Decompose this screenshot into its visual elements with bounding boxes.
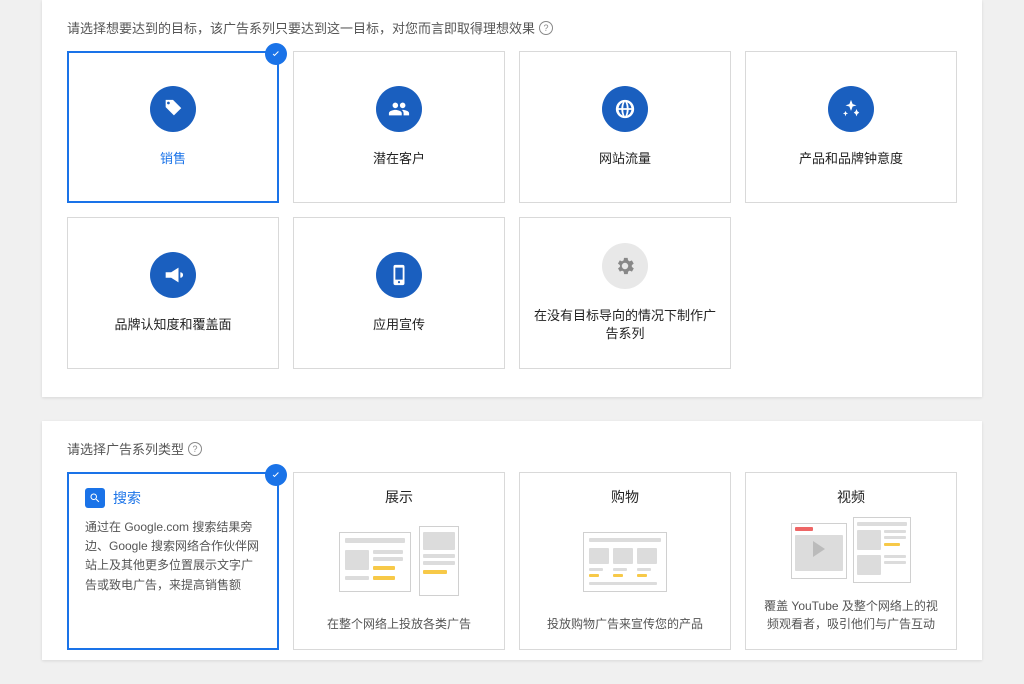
goal-label: 潜在客户 [373, 150, 425, 168]
goal-label: 应用宣传 [373, 316, 425, 334]
type-caption: 投放购物广告来宣传您的产品 [536, 615, 714, 633]
goal-grid: 销售 潜在客户 网站流量 产品和品牌钟意度 品牌认知度和覆盖面 [67, 51, 957, 369]
type-card-shopping[interactable]: 购物 投放购物广告来宣传您的产品 [519, 472, 731, 650]
goal-label: 品牌认知度和覆盖面 [114, 316, 231, 334]
goal-heading: 请选择想要达到的目标，该广告系列只要达到这一目标，对您而言即取得理想效果 [67, 18, 535, 37]
goal-card-brand-consideration[interactable]: 产品和品牌钟意度 [745, 51, 957, 203]
type-heading: 请选择广告系列类型 [67, 439, 184, 458]
type-header: 购物 [536, 487, 714, 507]
people-icon [376, 86, 422, 132]
type-title: 搜索 [113, 488, 141, 508]
type-header: 展示 [310, 487, 488, 507]
goal-label: 销售 [160, 150, 186, 168]
type-title: 视频 [837, 487, 865, 507]
goal-card-brand-awareness[interactable]: 品牌认知度和覆盖面 [67, 217, 279, 369]
type-grid: 搜索 通过在 Google.com 搜索结果旁边、Google 搜索网络合作伙伴… [67, 472, 957, 650]
goal-card-traffic[interactable]: 网站流量 [519, 51, 731, 203]
type-card-video[interactable]: 视频 覆盖 YouTub [745, 472, 957, 650]
check-icon [265, 464, 287, 486]
goal-card-app-promo[interactable]: 应用宣传 [293, 217, 505, 369]
video-thumbnail [762, 517, 940, 589]
shopping-thumbnail [536, 517, 714, 607]
type-caption: 覆盖 YouTube 及整个网络上的视频观看者，吸引他们与广告互动 [762, 597, 940, 633]
check-icon [265, 43, 287, 65]
type-caption: 在整个网络上投放各类广告 [310, 615, 488, 633]
gear-icon [602, 243, 648, 289]
type-card-display[interactable]: 展示 在整个网络上投放各 [293, 472, 505, 650]
globe-icon [602, 86, 648, 132]
megaphone-icon [150, 252, 196, 298]
type-panel: 请选择广告系列类型 ? 搜索 通过在 Google.com 搜索结果旁边、Goo… [42, 421, 982, 660]
type-title: 展示 [385, 487, 413, 507]
type-card-search[interactable]: 搜索 通过在 Google.com 搜索结果旁边、Google 搜索网络合作伙伴… [67, 472, 279, 650]
phone-icon [376, 252, 422, 298]
search-icon [85, 488, 105, 508]
sparkle-icon [828, 86, 874, 132]
goal-card-sales[interactable]: 销售 [67, 51, 279, 203]
goal-label: 网站流量 [599, 150, 651, 168]
help-icon[interactable]: ? [539, 21, 553, 35]
goal-card-no-goal[interactable]: 在没有目标导向的情况下制作广告系列 [519, 217, 731, 369]
goal-label: 产品和品牌钟意度 [799, 150, 903, 168]
type-description: 通过在 Google.com 搜索结果旁边、Google 搜索网络合作伙伴网站上… [85, 518, 261, 595]
type-header: 搜索 [85, 488, 261, 508]
type-title: 购物 [611, 487, 639, 507]
goal-heading-row: 请选择想要达到的目标，该广告系列只要达到这一目标，对您而言即取得理想效果 ? [67, 18, 957, 37]
goal-panel: 请选择想要达到的目标，该广告系列只要达到这一目标，对您而言即取得理想效果 ? 销… [42, 0, 982, 397]
type-heading-row: 请选择广告系列类型 ? [67, 439, 957, 458]
goal-label: 在没有目标导向的情况下制作广告系列 [530, 307, 720, 343]
type-header: 视频 [762, 487, 940, 507]
display-thumbnail [310, 517, 488, 607]
help-icon[interactable]: ? [188, 442, 202, 456]
goal-card-leads[interactable]: 潜在客户 [293, 51, 505, 203]
tag-icon [150, 86, 196, 132]
